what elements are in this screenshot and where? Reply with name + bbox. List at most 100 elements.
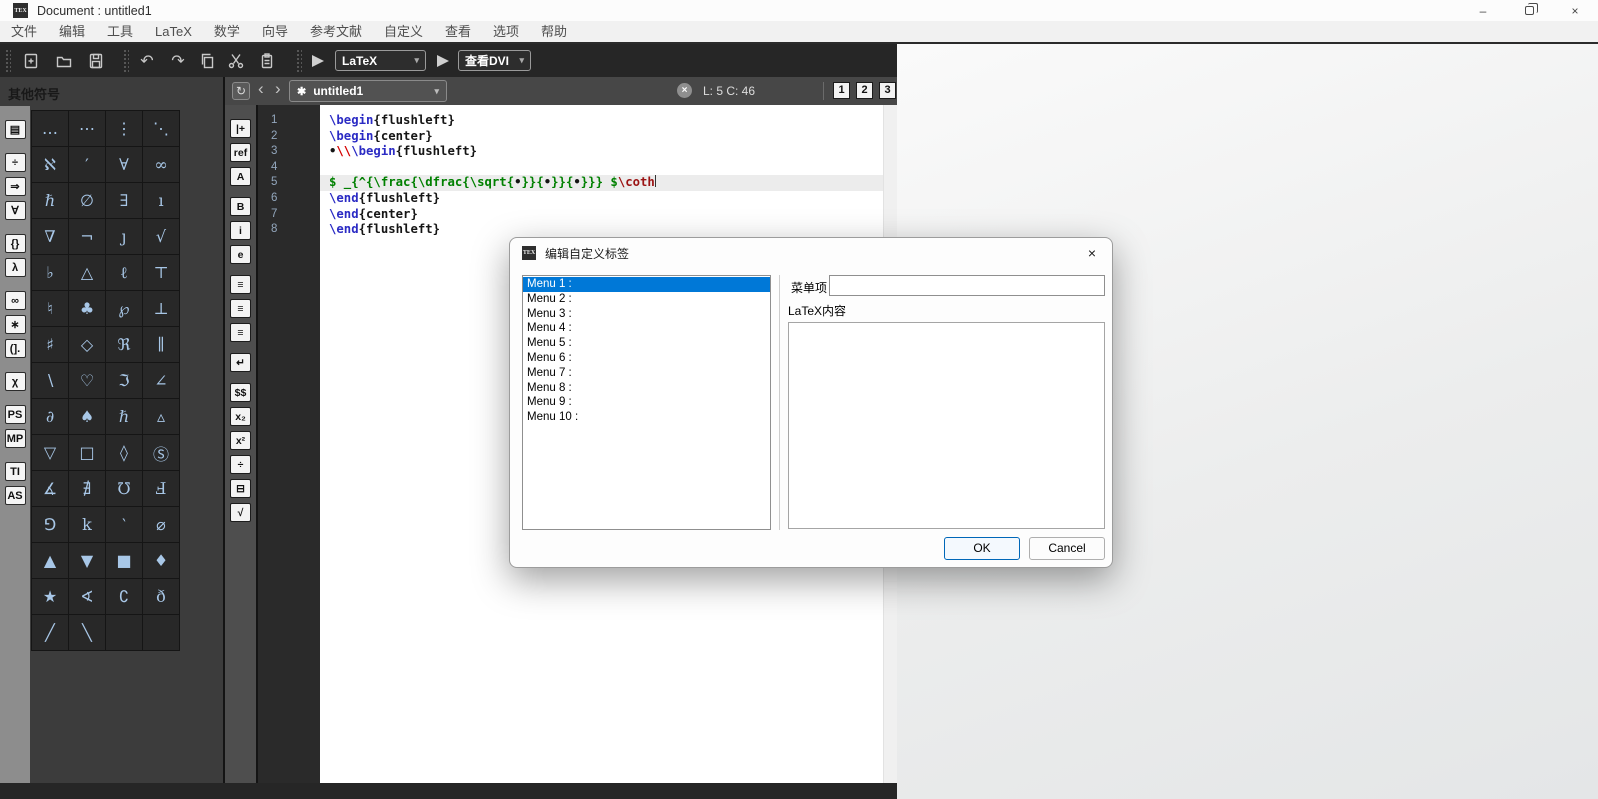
symbol-cell[interactable]: Ⅎ (143, 471, 179, 506)
symbol-cell[interactable]: ★ (32, 579, 68, 614)
tikz-icon[interactable]: TI (5, 462, 26, 481)
symbol-cell[interactable]: ∄ (69, 471, 105, 506)
symbol-cell[interactable]: ı (143, 183, 179, 218)
compile-command-select[interactable]: LaTeX ▾ (335, 50, 426, 71)
menu-slot-item[interactable]: Menu 5 : (523, 336, 770, 351)
symbol-cell[interactable]: ‵ (106, 507, 142, 542)
quick-view-button-2[interactable]: 2 (856, 82, 873, 99)
arrow-symbols-icon[interactable]: ⇒ (5, 177, 26, 196)
symbol-cell[interactable]: ▲ (32, 543, 68, 578)
symbol-cell[interactable]: ∇ (32, 219, 68, 254)
menu-item-9[interactable]: 查看 (434, 21, 482, 42)
dialog-title-bar[interactable]: TEX 编辑自定义标签 (510, 238, 1112, 268)
symbol-cell[interactable]: ♭ (32, 255, 68, 290)
redo-button[interactable]: ↷ (165, 48, 191, 74)
code-line[interactable]: 4 (258, 160, 897, 176)
symbol-cell[interactable]: ♡ (69, 363, 105, 398)
close-document-button[interactable]: × (677, 83, 692, 98)
math-mode-icon[interactable]: $$ (230, 383, 251, 402)
ok-button[interactable]: OK (944, 537, 1020, 560)
symbol-cell[interactable]: ⋱ (143, 111, 179, 146)
symbol-cell[interactable]: ▼ (69, 543, 105, 578)
subscript-icon[interactable]: x₂ (230, 407, 251, 426)
code-line[interactable]: 6\end{flushleft} (258, 191, 897, 207)
symbol-cell[interactable]: ℓ (106, 255, 142, 290)
italic-icon[interactable]: i (230, 221, 251, 240)
brackets-icon[interactable]: (]. (5, 339, 26, 358)
symbol-cell[interactable]: ⌀ (143, 507, 179, 542)
align-left-icon[interactable]: ≡ (230, 275, 251, 294)
symbol-cell[interactable]: ▵ (143, 399, 179, 434)
menu-item-7[interactable]: 参考文献 (299, 21, 373, 42)
menu-slot-item[interactable]: Menu 7 : (523, 366, 770, 381)
superscript-icon[interactable]: x² (230, 431, 251, 450)
ref-icon[interactable]: ref (230, 143, 251, 162)
cut-button[interactable] (223, 48, 249, 74)
view-command-select[interactable]: 查看DVI ▾ (458, 50, 531, 71)
symbol-cell[interactable]: ¬ (69, 219, 105, 254)
symbol-cell[interactable]: ╲ (69, 615, 105, 650)
toolbar-drag-handle[interactable] (296, 49, 302, 73)
sqrt-icon[interactable]: √ (230, 503, 251, 522)
menu-item-11[interactable]: 帮助 (530, 21, 578, 42)
symbol-cell[interactable]: ∀ (106, 147, 142, 182)
menu-item-2[interactable]: 编辑 (48, 21, 96, 42)
symbol-cell[interactable]: ♣ (69, 291, 105, 326)
code-line[interactable]: 7\end{center} (258, 207, 897, 223)
emph-icon[interactable]: e (230, 245, 251, 264)
symbol-cell[interactable]: … (32, 111, 68, 146)
forward-button[interactable]: › (275, 79, 281, 99)
quick-view-button-1[interactable]: 1 (833, 82, 850, 99)
insert-label-icon[interactable]: |+ (230, 119, 251, 138)
toolbar-drag-handle[interactable] (5, 49, 11, 73)
bold-icon[interactable]: B (230, 197, 251, 216)
misc-symbols-icon[interactable]: ∞ (5, 291, 26, 310)
menu-item-4[interactable]: LaTeX (144, 21, 203, 42)
symbol-cell[interactable]: ♦ (143, 543, 179, 578)
undo-button[interactable]: ↶ (134, 48, 160, 74)
symbol-cell[interactable]: ∠ (143, 363, 179, 398)
symbol-cell[interactable]: ⊤ (143, 255, 179, 290)
menu-item-3[interactable]: 工具 (96, 21, 144, 42)
greek-letters-icon[interactable]: λ (5, 258, 26, 277)
newline-icon[interactable]: ↵ (230, 353, 251, 372)
symbol-cell[interactable]: ′ (69, 147, 105, 182)
symbol-cell[interactable]: ℧ (106, 471, 142, 506)
menu-slot-item[interactable]: Menu 9 : (523, 395, 770, 410)
menu-slot-item[interactable]: Menu 8 : (523, 381, 770, 396)
symbol-cell[interactable]: ℘ (106, 291, 142, 326)
restore-button[interactable] (1506, 0, 1552, 21)
symbol-cell[interactable]: ∁ (106, 579, 142, 614)
minimize-button[interactable]: – (1460, 0, 1506, 21)
symbol-cell[interactable]: ℑ (106, 363, 142, 398)
menu-item-8[interactable]: 自定义 (373, 21, 434, 42)
favourites-icon[interactable]: χ (5, 372, 26, 391)
symbol-cell[interactable]: □ (69, 435, 105, 470)
symbol-cell[interactable]: ∃ (106, 183, 142, 218)
dialog-close-button[interactable]: × (1081, 244, 1103, 264)
copy-button[interactable] (194, 48, 220, 74)
cancel-button[interactable]: Cancel (1029, 537, 1105, 560)
dfrac-icon[interactable]: ⊟ (230, 479, 251, 498)
symbol-cell[interactable]: ⅁ (32, 507, 68, 542)
menu-slot-item[interactable]: Menu 3 : (523, 307, 770, 322)
symbol-cell[interactable]: ⊥ (143, 291, 179, 326)
symbol-cell[interactable]: ð (143, 579, 179, 614)
align-right-icon[interactable]: ≡ (230, 323, 251, 342)
symbol-cell[interactable]: ∅ (69, 183, 105, 218)
sync-source-button[interactable]: ↻ (232, 82, 250, 100)
save-button[interactable] (83, 48, 109, 74)
symbol-cell[interactable]: ℵ (32, 147, 68, 182)
misc-math-icon[interactable]: ∀ (5, 201, 26, 220)
symbol-cell[interactable]: ◇ (69, 327, 105, 362)
menu-item-5[interactable]: 数学 (203, 21, 251, 42)
new-document-button[interactable] (18, 48, 44, 74)
menu-item-6[interactable]: 向导 (251, 21, 299, 42)
delimiters-icon[interactable]: {} (5, 234, 26, 253)
symbol-cell[interactable]: ∂ (32, 399, 68, 434)
menu-slot-item[interactable]: Menu 4 : (523, 321, 770, 336)
symbol-cell[interactable]: ∞ (143, 147, 179, 182)
align-center-icon[interactable]: ≡ (230, 299, 251, 318)
symbol-cell[interactable]: ╱ (32, 615, 68, 650)
font-size-icon[interactable]: A (230, 167, 251, 186)
